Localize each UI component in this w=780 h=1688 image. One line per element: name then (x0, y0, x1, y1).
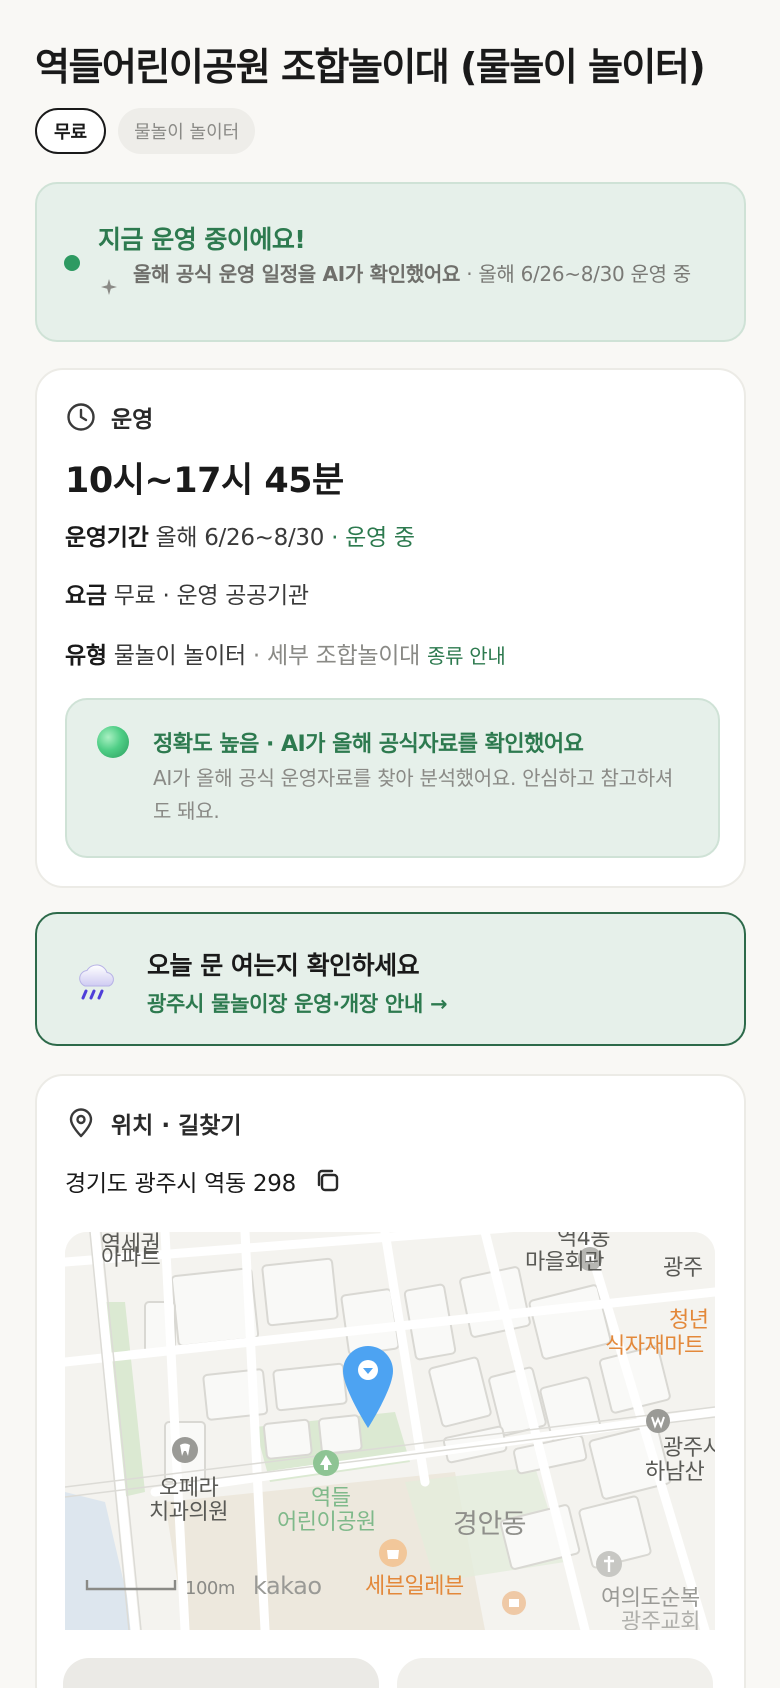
clock-icon (67, 403, 95, 431)
bank-map-icon (502, 1591, 526, 1615)
map-label-apt: 아파트 (101, 1246, 161, 1271)
fee-value: 무료 · 운영 공공기관 (113, 583, 309, 609)
status-dot-icon (64, 255, 80, 271)
fee-chip[interactable]: 무료 (35, 108, 107, 154)
location-header: 위치 · 길찾기 (65, 1106, 242, 1140)
operating-status-card: 지금 운영 중이에요! 올해 공식 운영 일정을 AI가 확인했어요 · 올해 … (35, 182, 746, 342)
map-view[interactable]: 역세권 아파트 역4동 마을회관 광주 청년 식자재마트 오페라 치과의원 역들… (65, 1232, 715, 1630)
operation-header: 운영 (65, 400, 153, 434)
accuracy-description: AI가 올해 공식 운영자료를 찾아 분석했어요. 안심하고 참고하셔도 돼요. (153, 766, 673, 823)
type-value: 물놀이 놀이터 (113, 643, 246, 669)
church-map-icon (596, 1551, 622, 1577)
type-chip[interactable]: 물놀이 놀이터 (118, 108, 256, 154)
type-row: 유형 물놀이 놀이터 · 세부 조합놀이대 종류 안내 (65, 636, 506, 670)
type-detail: · 세부 조합놀이대 (245, 643, 427, 669)
map-label-dental2: 치과의원 (149, 1500, 228, 1525)
status-title: 지금 운영 중이에요! (98, 225, 306, 254)
status-sub-strong: 올해 공식 운영 일정을 AI가 확인했어요 (133, 262, 461, 286)
weather-notice-title: 오늘 문 여는지 확인하세요 (147, 951, 420, 980)
bottom-action-left[interactable] (63, 1658, 379, 1688)
fee-row: 요금 무료 · 운영 공공기관 (65, 576, 309, 610)
status-subtext: 올해 공식 운영 일정을 AI가 확인했어요 · 올해 6/26~8/30 운영… (133, 260, 713, 288)
type-label: 유형 (65, 643, 107, 669)
weather-notice-card[interactable]: 오늘 문 여는지 확인하세요 광주시 물놀이장 운영·개장 안내 → (35, 912, 746, 1046)
accuracy-card: 정확도 높음 · AI가 올해 공식자료를 확인했어요 AI가 올해 공식 운영… (65, 698, 720, 858)
location-pin-icon (69, 1108, 93, 1138)
fee-label: 요금 (65, 583, 107, 609)
map-label-mart2: 식자재마트 (605, 1334, 704, 1359)
map-label-park2: 어린이공원 (277, 1510, 376, 1535)
map-scale-label: 100m (185, 1578, 235, 1599)
location-label: 위치 · 길찾기 (111, 1113, 242, 1139)
operation-card: 운영 10시~17시 45분 운영기간 올해 6/26~8/30 · 운영 중 … (35, 368, 746, 888)
address-row: 경기도 광주시 역동 298 (65, 1164, 342, 1198)
status-sub-rest: · 올해 6/26~8/30 운영 중 (460, 262, 691, 286)
period-row: 운영기간 올해 6/26~8/30 · 운영 중 (65, 518, 415, 552)
operating-hours: 10시~17시 45분 (65, 461, 344, 501)
map-scale-bar (85, 1580, 177, 1591)
dental-map-icon (172, 1437, 198, 1463)
accuracy-title: 정확도 높음 · AI가 올해 공식자료를 확인했어요 (153, 732, 584, 757)
map-label-yeouido2: 광주교회 (621, 1610, 700, 1630)
map-label-gwangju: 광주 (663, 1256, 703, 1281)
sparkle-icon (101, 279, 117, 295)
map-label-area: 경안동 (453, 1509, 527, 1540)
copy-icon[interactable] (314, 1167, 342, 1195)
rain-cloud-icon (79, 964, 114, 1000)
map-label-seven-eleven: 세븐일레븐 (365, 1574, 464, 1599)
page-title: 역들어린이공원 조합놀이대 (물놀이 놀이터) (35, 45, 706, 89)
period-value: 올해 6/26~8/30 (155, 525, 325, 551)
address-text: 경기도 광주시 역동 298 (65, 1171, 296, 1197)
period-status: · 운영 중 (324, 525, 415, 551)
type-guide-link[interactable]: 종류 안내 (427, 644, 506, 668)
map-label-village: 마을회관 (525, 1250, 604, 1275)
tag-chips: 무료 물놀이 놀이터 (35, 108, 256, 154)
park-map-icon (313, 1450, 339, 1476)
weather-notice-link[interactable]: 광주시 물놀이장 운영·개장 안내 → (147, 988, 448, 1018)
location-card: 위치 · 길찾기 경기도 광주시 역동 298 역세권 아파트 역4동 마을회관… (35, 1074, 746, 1688)
accuracy-indicator-icon (97, 726, 129, 758)
operation-label: 운영 (111, 407, 154, 433)
map-pin-icon[interactable] (340, 1344, 396, 1430)
period-label: 운영기간 (65, 525, 149, 551)
bottom-action-right[interactable] (397, 1658, 713, 1688)
kakao-logo: kakao (253, 1572, 322, 1600)
map-label-hanam: 하남산 (645, 1460, 705, 1485)
convenience-store-icon (379, 1539, 407, 1567)
